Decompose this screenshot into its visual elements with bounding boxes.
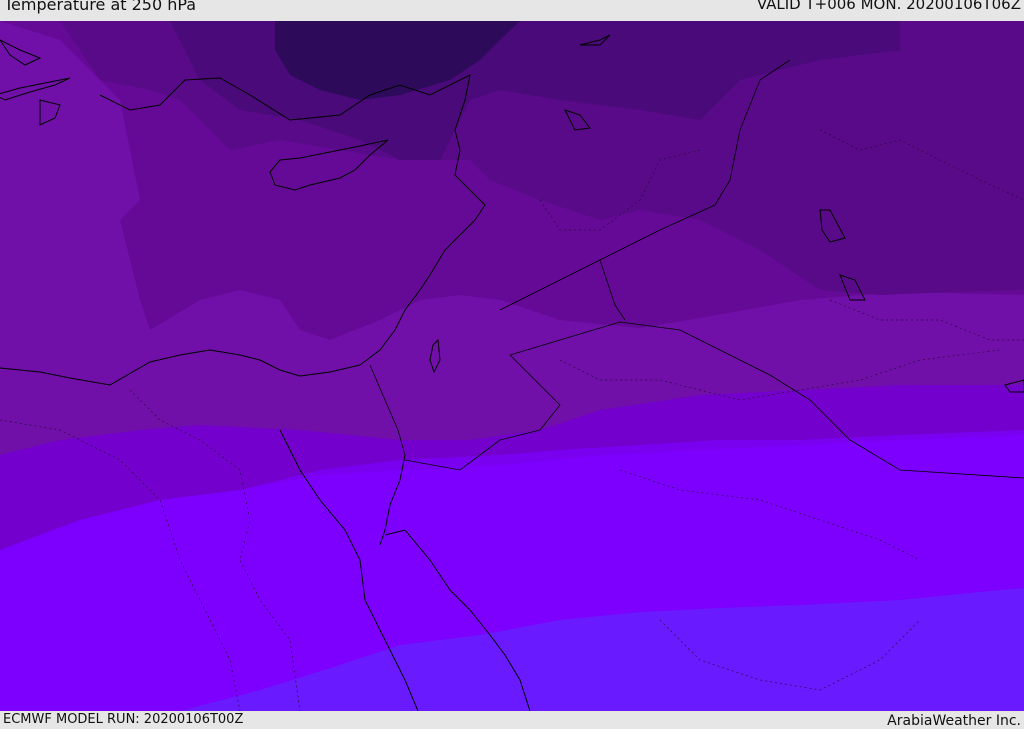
temperature-bands <box>0 21 1024 711</box>
header-bar: Temperature at 250 hPa VALID T+006 MON. … <box>0 0 1024 21</box>
valid-time: VALID T+006 MON. 20200106T06Z <box>756 0 1021 13</box>
temperature-map <box>0 21 1024 711</box>
footer-bar: ECMWF MODEL RUN: 20200106T00Z ArabiaWeat… <box>0 711 1024 729</box>
map-frame: Temperature at 250 hPa VALID T+006 MON. … <box>0 0 1024 729</box>
credit-label: ArabiaWeather Inc. <box>887 713 1021 729</box>
model-run: ECMWF MODEL RUN: 20200106T00Z <box>3 712 244 727</box>
map-title: Temperature at 250 hPa <box>4 0 197 14</box>
